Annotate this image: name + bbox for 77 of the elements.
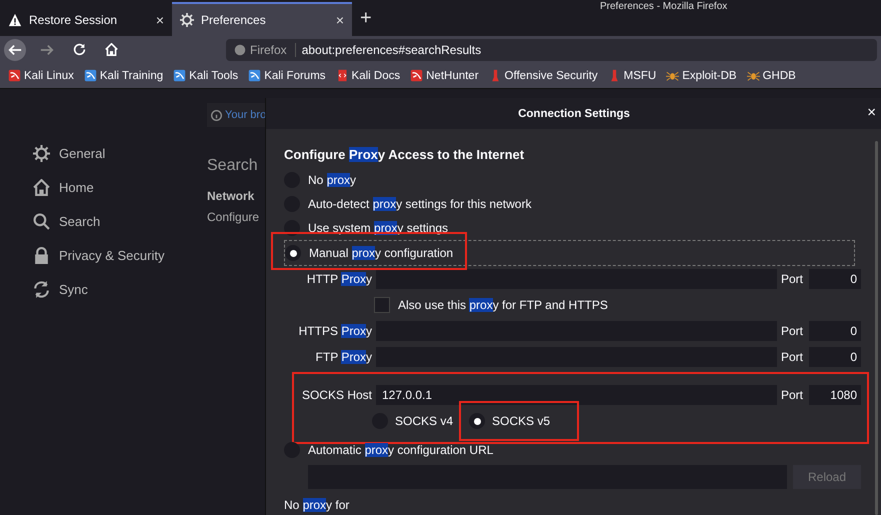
sync-icon (33, 281, 50, 298)
sidebar-item[interactable]: General (33, 145, 200, 162)
sidebar-item[interactable]: Sync (33, 281, 200, 298)
sidebar-item[interactable]: Privacy & Security (33, 247, 200, 264)
back-button[interactable] (4, 38, 26, 60)
bookmark-item[interactable]: GHDB (746, 69, 796, 82)
new-tab-button[interactable]: + (360, 7, 372, 30)
bookmark-item[interactable]: Exploit-DB (666, 69, 737, 82)
bookmark-item[interactable]: Kali Linux (8, 69, 74, 82)
no-proxy-label: No proxy for (284, 498, 350, 512)
radio-button[interactable] (284, 442, 300, 458)
checkbox[interactable] (374, 297, 390, 313)
radio-label: SOCKS v4 (395, 414, 454, 428)
bug-icon (666, 69, 680, 82)
radio-button[interactable] (469, 413, 486, 429)
sidebar-item[interactable]: Home (33, 179, 200, 196)
page-heading: Search (207, 157, 258, 175)
field-label: HTTP Proxy (306, 272, 372, 286)
gear-icon (33, 145, 50, 162)
dragon-logo-icon (8, 69, 21, 82)
port-label: Port (781, 350, 804, 364)
bookmark-item[interactable]: Offensive Security (488, 69, 598, 82)
close-icon[interactable]: × (867, 104, 876, 121)
forward-arrow-icon (40, 42, 54, 56)
radio-label: Automatic proxy configuration URL (308, 443, 494, 457)
dragon-logo-icon (248, 69, 262, 82)
browser-tab[interactable]: Restore Session × (0, 2, 172, 36)
document-icon (336, 69, 349, 82)
address-bar[interactable]: Firefox about:preferences#searchResults (226, 38, 877, 60)
bookmark-item[interactable]: Kali Training (84, 69, 164, 82)
field-label: HTTPS Proxy (298, 324, 372, 338)
port-label: Port (781, 324, 804, 338)
search-icon (33, 213, 50, 230)
field-label: FTP Proxy (314, 350, 372, 364)
port-label: Port (781, 272, 804, 286)
field-label: SOCKS Host (300, 388, 372, 402)
dialog-title: Connection Settings (518, 108, 630, 120)
close-tab-icon[interactable]: × (336, 12, 344, 28)
browser-tab[interactable]: Preferences × (172, 2, 352, 36)
radio-button[interactable] (285, 245, 301, 261)
dragon-logo-icon (84, 69, 97, 82)
bookmark-item[interactable]: Kali Docs (336, 69, 400, 82)
window-title: Preferences - Mozilla Firefox (600, 1, 728, 12)
port-input[interactable]: 1080 (809, 385, 861, 405)
port-input[interactable]: 0 (809, 321, 861, 341)
browser-logo-icon (234, 44, 246, 56)
port-label: Port (781, 388, 804, 402)
bookmark-item[interactable]: NetHunter (410, 69, 479, 82)
dialog-heading: Configure Proxy Access to the Internet (284, 147, 526, 162)
radio-label: SOCKS v5 (492, 414, 550, 428)
bookmark-item[interactable]: Kali Forums (248, 69, 326, 82)
bug-icon (746, 69, 760, 82)
port-input[interactable]: 0 (809, 269, 861, 289)
radio-label: Auto-detect proxy settings for this network (308, 197, 532, 211)
section-description: Configure (207, 210, 260, 224)
port-input[interactable]: 0 (809, 347, 861, 367)
info-icon (211, 110, 222, 120)
back-arrow-icon (8, 42, 22, 56)
home-icon (104, 43, 118, 56)
lock-icon (33, 247, 50, 264)
dragon-logo-icon (410, 69, 424, 82)
bookmark-item[interactable]: Kali Tools (173, 69, 238, 82)
url-text: about:preferences#searchResults (302, 42, 482, 56)
radio-label: No proxy (308, 173, 356, 187)
reload-icon (72, 43, 86, 56)
home-icon (33, 179, 50, 196)
dragon-logo-icon (173, 69, 186, 82)
identity-label: Firefox (250, 42, 287, 56)
bookmark-item[interactable]: MSFU (608, 69, 656, 82)
radio-label: Manual proxy configuration (309, 246, 454, 260)
host-input[interactable]: 127.0.0.1 (376, 385, 777, 405)
close-tab-icon[interactable]: × (156, 12, 164, 28)
warning-icon (8, 13, 22, 27)
gear-icon (180, 13, 194, 27)
section-heading: Network (207, 189, 254, 203)
host-input[interactable] (376, 269, 777, 289)
sidebar-item[interactable]: Search (33, 213, 200, 230)
